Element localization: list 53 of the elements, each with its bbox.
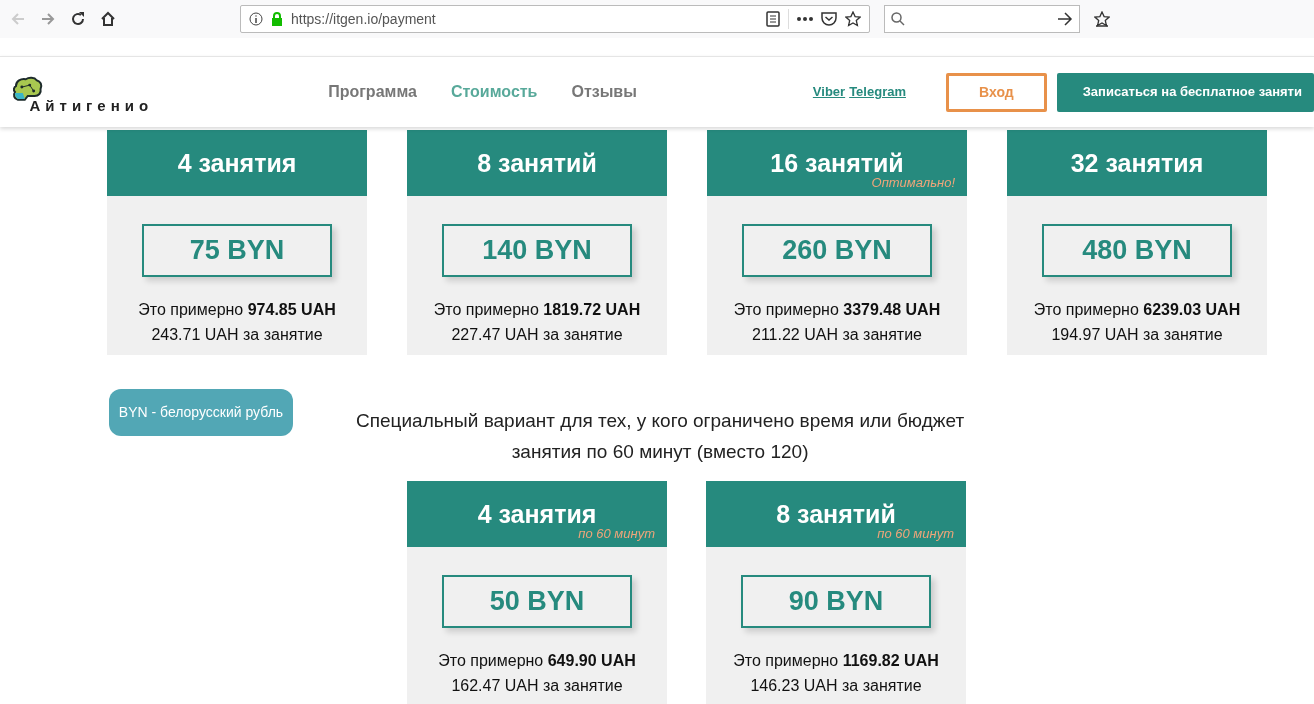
per-lesson-price: 194.97 UAH за занятие (1050, 325, 1224, 345)
messenger-link[interactable]: Telegram (849, 82, 906, 102)
lock-icon (271, 12, 283, 26)
reader-view-icon[interactable] (766, 11, 780, 27)
login-button[interactable]: Вход (946, 72, 1047, 112)
go-arrow-icon[interactable] (1057, 12, 1073, 26)
price-tag: 50 BYN (442, 575, 632, 628)
approx-price-text: Это примерно 1169.82 UAH (732, 651, 940, 671)
plan-note: по 60 минут (877, 524, 954, 543)
price-tag: 140 BYN (442, 224, 632, 277)
currency-note: BYN - белорусский рубль (109, 389, 293, 436)
plan-title: 16 занятий (770, 150, 904, 176)
price-tag: 260 BYN (742, 224, 932, 277)
address-bar[interactable]: https://itgen.io/payment (240, 5, 870, 33)
forward-icon[interactable] (40, 11, 56, 27)
logo-text[interactable]: Айтигенио (29, 94, 154, 118)
search-icon (891, 12, 905, 26)
special-offer-subtitle: занятия по 60 минут (вместо 120) (510, 440, 810, 464)
signup-button[interactable]: Записаться на бесплатное заняти (1056, 72, 1314, 112)
per-lesson-price: 211.22 UAH за занятие (751, 325, 923, 345)
info-icon[interactable] (249, 12, 263, 26)
price-tag: 480 BYN (1042, 224, 1232, 277)
plan-title: 4 занятия (477, 501, 597, 527)
nav-link[interactable]: Программа (328, 80, 417, 104)
price-tag: 75 BYN (142, 224, 332, 277)
pocket-icon[interactable] (821, 12, 837, 26)
approx-price-text: Это примерно 649.90 UAH (437, 651, 637, 671)
plan-title: 4 занятия (177, 150, 297, 176)
per-lesson-price: 227.47 UAH за занятие (450, 325, 624, 345)
per-lesson-price: 243.71 UAH за занятие (150, 325, 324, 345)
reload-icon[interactable] (70, 11, 86, 27)
plan-note: по 60 минут (578, 524, 655, 543)
more-icon[interactable] (797, 17, 813, 21)
plan-title: 32 занятия (1070, 150, 1204, 176)
plan-title: 8 занятий (776, 501, 896, 527)
home-icon[interactable] (100, 11, 116, 27)
nav-link[interactable]: Стоимость (450, 80, 538, 104)
special-offer-text: Специальный вариант для тех, у кого ограничено время или бюджет (356, 409, 965, 433)
approx-price-text: Это примерно 974.85 UAH (137, 300, 337, 320)
search-field[interactable] (884, 5, 1080, 33)
plan-note: Оптимально! (871, 173, 955, 192)
per-lesson-price: 162.47 UAH за занятие (450, 676, 624, 696)
price-tag: 90 BYN (741, 575, 931, 628)
star-icon[interactable] (845, 11, 861, 27)
plan-title: 8 занятий (477, 150, 597, 176)
bookmarks-star-icon[interactable] (1094, 11, 1110, 27)
per-lesson-price: 146.23 UAH за занятие (749, 676, 923, 696)
approx-price-text: Это примерно 1819.72 UAH (432, 300, 642, 320)
approx-price-text: Это примерно 3379.48 UAH (732, 300, 942, 320)
messenger-link[interactable]: Viber (812, 82, 846, 102)
approx-price-text: Это примерно 6239.03 UAH (1032, 300, 1242, 320)
url-text: https://itgen.io/payment (291, 9, 437, 29)
nav-link[interactable]: Отзывы (571, 80, 637, 104)
